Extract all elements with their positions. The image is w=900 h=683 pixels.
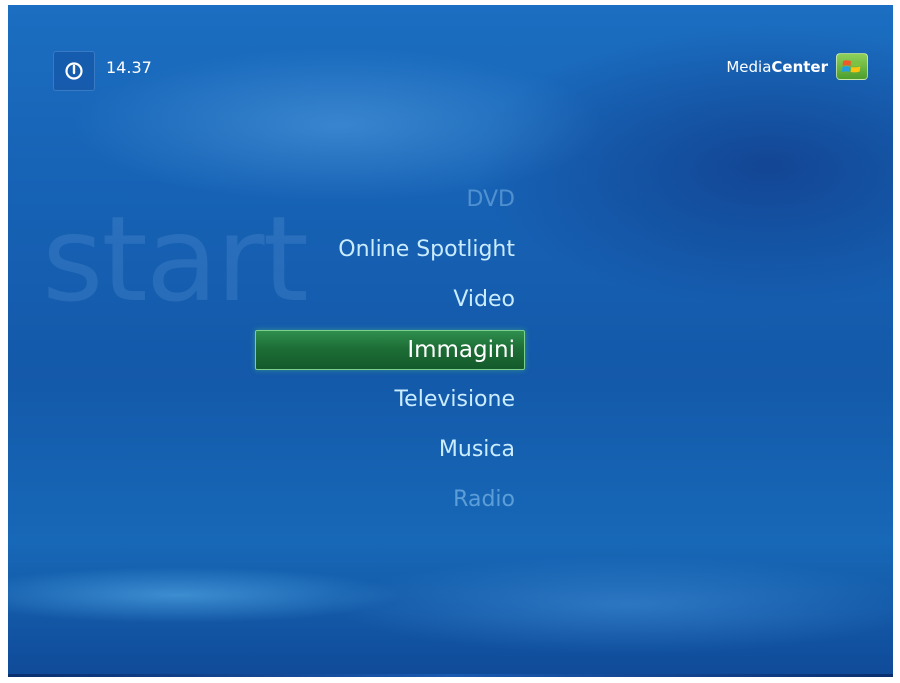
brand-suffix: Center (771, 57, 828, 76)
menu-item-immagini-label: Immagini (407, 337, 515, 363)
clock-time: 14.37 (106, 58, 152, 77)
power-button[interactable] (53, 51, 95, 91)
windows-flag-logo (836, 53, 868, 80)
brand-wordmark: MediaCenter (726, 58, 828, 76)
menu-item-dvd[interactable]: DVD (466, 175, 515, 225)
media-center-start-screen: start 14.37 MediaCenter DVD Online Spotl… (8, 5, 893, 677)
menu-item-televisione[interactable]: Televisione (394, 375, 515, 425)
menu-item-video[interactable]: Video (453, 275, 515, 325)
media-center-brand: MediaCenter (726, 53, 868, 80)
menu-item-radio[interactable]: Radio (453, 475, 515, 525)
power-icon (65, 62, 83, 80)
windows-flag-icon (842, 60, 861, 73)
menu-item-musica[interactable]: Musica (439, 425, 515, 475)
menu-item-immagini[interactable]: Immagini (255, 325, 525, 375)
main-menu: DVD Online Spotlight Video Immagini Tele… (255, 175, 525, 525)
brand-prefix: Media (726, 57, 772, 76)
menu-item-online-spotlight[interactable]: Online Spotlight (338, 225, 515, 275)
